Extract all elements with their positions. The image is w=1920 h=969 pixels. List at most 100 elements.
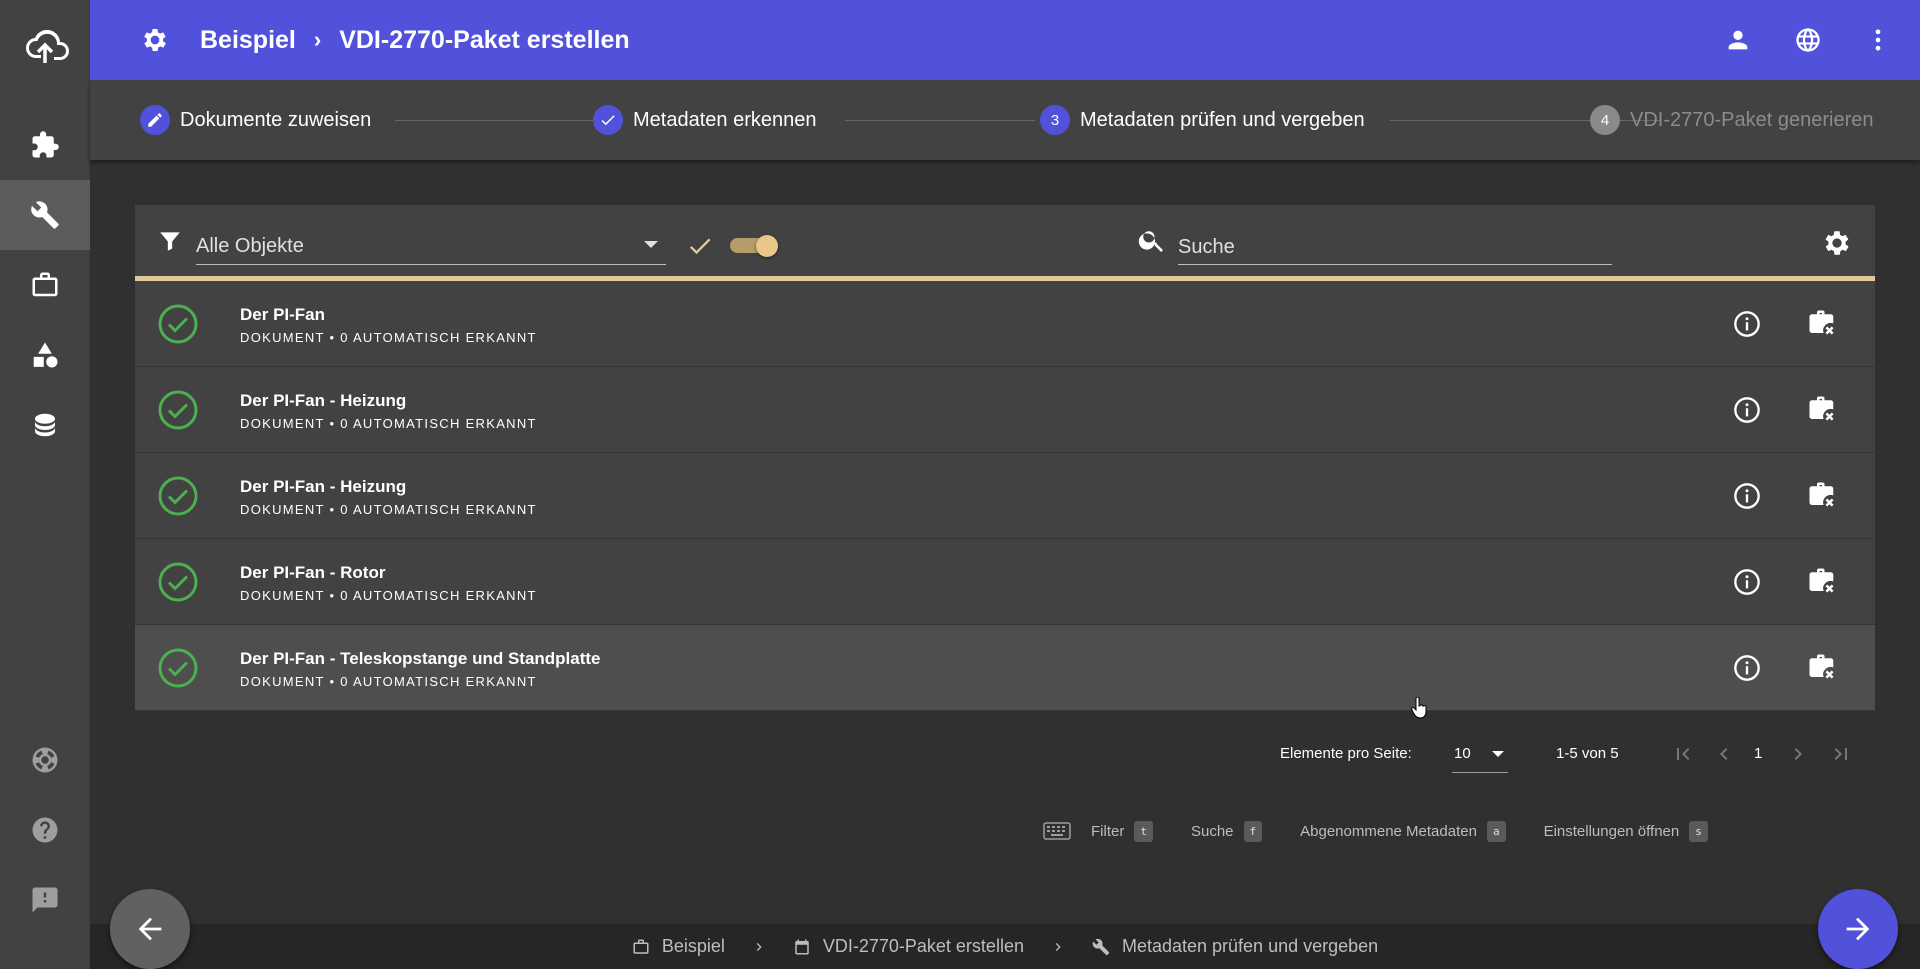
info-icon[interactable]: [1733, 396, 1761, 424]
check-circle-icon: [158, 648, 198, 688]
shortcut-label: Suche: [1190, 822, 1234, 840]
step-4-label: VDI-2770-Paket generieren: [1630, 108, 1874, 131]
shortcut-key: a: [1486, 820, 1506, 842]
bottom-crumb-2-label: VDI-2770-Paket erstellen: [822, 936, 1024, 956]
sidebar-item-tools[interactable]: [0, 180, 90, 250]
list-item-subtitle: DOKUMENT • 0 AUTOMATISCH ERKANNT: [240, 416, 537, 431]
breadcrumb-chevron-icon: ›: [313, 27, 322, 52]
bottom-crumb-1[interactable]: Beispiel: [632, 936, 725, 957]
search-input[interactable]: [1178, 231, 1612, 265]
shortcut-search: Suche f: [1190, 820, 1263, 842]
sidebar-item-plugins[interactable]: [0, 110, 90, 180]
list-item-subtitle: DOKUMENT • 0 AUTOMATISCH ERKANNT: [240, 502, 537, 517]
sidebar: [0, 0, 90, 969]
last-page-icon: [1834, 748, 1847, 760]
list-item-title: Der PI-Fan: [240, 305, 326, 324]
dropdown-caret-icon: [1492, 751, 1504, 757]
previous-page-button[interactable]: [1709, 739, 1739, 769]
shapes-icon: [33, 342, 58, 368]
shortcut-label: Filter: [1091, 822, 1125, 840]
chevron-right-icon: [756, 942, 762, 951]
shortcut-accepted-metadata: Abgenommene Metadaten a: [1300, 820, 1506, 842]
page-size-select[interactable]: 10: [1452, 739, 1508, 773]
back-button[interactable]: [110, 889, 190, 969]
check-icon: [593, 105, 623, 135]
check-circle-icon: [158, 562, 198, 602]
bottom-crumb-3: Metadaten prüfen und vergeben: [1092, 936, 1378, 957]
object-filter-value: Alle Objekte: [196, 235, 304, 257]
info-icon[interactable]: [1733, 568, 1761, 596]
chevron-left-icon: [1720, 748, 1728, 760]
step-3[interactable]: 3 Metadaten prüfen und vergeben: [1040, 80, 1365, 160]
shortcut-label: Einstellungen öffnen: [1543, 822, 1680, 840]
object-filter-select[interactable]: Alle Objekte: [196, 231, 666, 265]
next-button[interactable]: [1818, 889, 1898, 969]
remove-from-package-icon[interactable]: [1807, 308, 1837, 338]
calendar-icon: [795, 939, 809, 954]
remove-from-package-icon[interactable]: [1807, 652, 1837, 682]
bottom-crumb-2[interactable]: VDI-2770-Paket erstellen: [793, 936, 1024, 957]
list-item-subtitle: DOKUMENT • 0 AUTOMATISCH ERKANNT: [240, 588, 537, 603]
list-item-title: Der PI-Fan - Rotor: [240, 563, 386, 582]
list-item-title: Der PI-Fan - Teleskopstange und Standpla…: [240, 649, 601, 668]
info-icon[interactable]: [1733, 654, 1761, 682]
sidebar-item-support[interactable]: [0, 725, 90, 795]
wrench-icon: [1092, 938, 1110, 955]
list-item[interactable]: Der PI-Fan - Heizung DOKUMENT • 0 AUTOMA…: [135, 367, 1875, 453]
step-2[interactable]: Metadaten erkennen: [593, 80, 816, 160]
lifebuoy-icon: [32, 747, 58, 773]
top-app-bar: Beispiel › VDI-2770-Paket erstellen: [90, 0, 1920, 80]
check-circle-icon: [158, 304, 198, 344]
sidebar-item-objects[interactable]: [0, 320, 90, 390]
list-item-subtitle: DOKUMENT • 0 AUTOMATISCH ERKANNT: [240, 330, 537, 345]
next-page-button[interactable]: [1783, 739, 1813, 769]
settings-gear-icon[interactable]: [140, 25, 170, 55]
list-item[interactable]: Der PI-Fan - Teleskopstange und Standpla…: [135, 625, 1875, 711]
first-page-button[interactable]: [1668, 739, 1698, 769]
sidebar-item-database[interactable]: [0, 390, 90, 460]
wrench-icon: [31, 201, 59, 229]
cloud-upload-logo-icon[interactable]: [0, 0, 90, 90]
shortcut-label: Abgenommene Metadaten: [1300, 822, 1477, 840]
remove-from-package-icon[interactable]: [1807, 480, 1837, 510]
list-item-title: Der PI-Fan - Heizung: [240, 391, 407, 410]
search-icon: [1138, 231, 1163, 252]
edit-icon: [140, 105, 170, 135]
remove-from-package-icon[interactable]: [1807, 394, 1837, 424]
more-menu-button[interactable]: [1858, 20, 1898, 60]
info-icon[interactable]: [1733, 310, 1761, 338]
briefcase-icon: [32, 272, 58, 297]
last-page-button[interactable]: [1826, 739, 1856, 769]
step-connector: [845, 120, 1035, 121]
remove-from-package-icon[interactable]: [1807, 566, 1837, 596]
check-icon: [689, 238, 711, 255]
sidebar-item-packages[interactable]: [0, 250, 90, 320]
page-range-label: 1-5 von 5: [1556, 745, 1619, 762]
sidebar-item-feedback[interactable]: [0, 865, 90, 935]
help-icon: [32, 817, 58, 843]
sidebar-item-help[interactable]: [0, 795, 90, 865]
info-icon[interactable]: [1733, 482, 1761, 510]
more-vert-icon: [1875, 29, 1881, 51]
hand-cursor-icon: [1411, 697, 1427, 719]
step-1-label: Dokumente zuweisen: [180, 108, 372, 131]
keyboard-icon: [1043, 822, 1071, 840]
arrow-right-icon: [1846, 917, 1870, 941]
bottom-crumb-1-label: Beispiel: [661, 936, 725, 956]
list-settings-icon[interactable]: [1821, 227, 1853, 259]
bottom-breadcrumb: Beispiel VDI-2770-Paket erstellen Metada…: [90, 924, 1920, 969]
account-button[interactable]: [1718, 20, 1758, 60]
step-4[interactable]: 4 VDI-2770-Paket generieren: [1590, 80, 1873, 160]
list-item[interactable]: Der PI-Fan - Heizung DOKUMENT • 0 AUTOMA…: [135, 453, 1875, 539]
step-1[interactable]: Dokumente zuweisen: [140, 80, 371, 160]
list-item-title: Der PI-Fan - Heizung: [240, 477, 407, 496]
accepted-metadata-toggle[interactable]: [730, 235, 778, 257]
language-button[interactable]: [1788, 20, 1828, 60]
keyboard-shortcuts: Filter t Suche f Abgenommene Metadaten a…: [1043, 818, 1746, 844]
arrow-left-icon: [138, 917, 162, 941]
list-item[interactable]: Der PI-Fan - Rotor DOKUMENT • 0 AUTOMATI…: [135, 539, 1875, 625]
list-item-subtitle: DOKUMENT • 0 AUTOMATISCH ERKANNT: [240, 674, 537, 689]
breadcrumb-root[interactable]: Beispiel: [200, 26, 296, 55]
list-item[interactable]: Der PI-Fan DOKUMENT • 0 AUTOMATISCH ERKA…: [135, 281, 1875, 367]
current-page: 1: [1754, 745, 1763, 762]
